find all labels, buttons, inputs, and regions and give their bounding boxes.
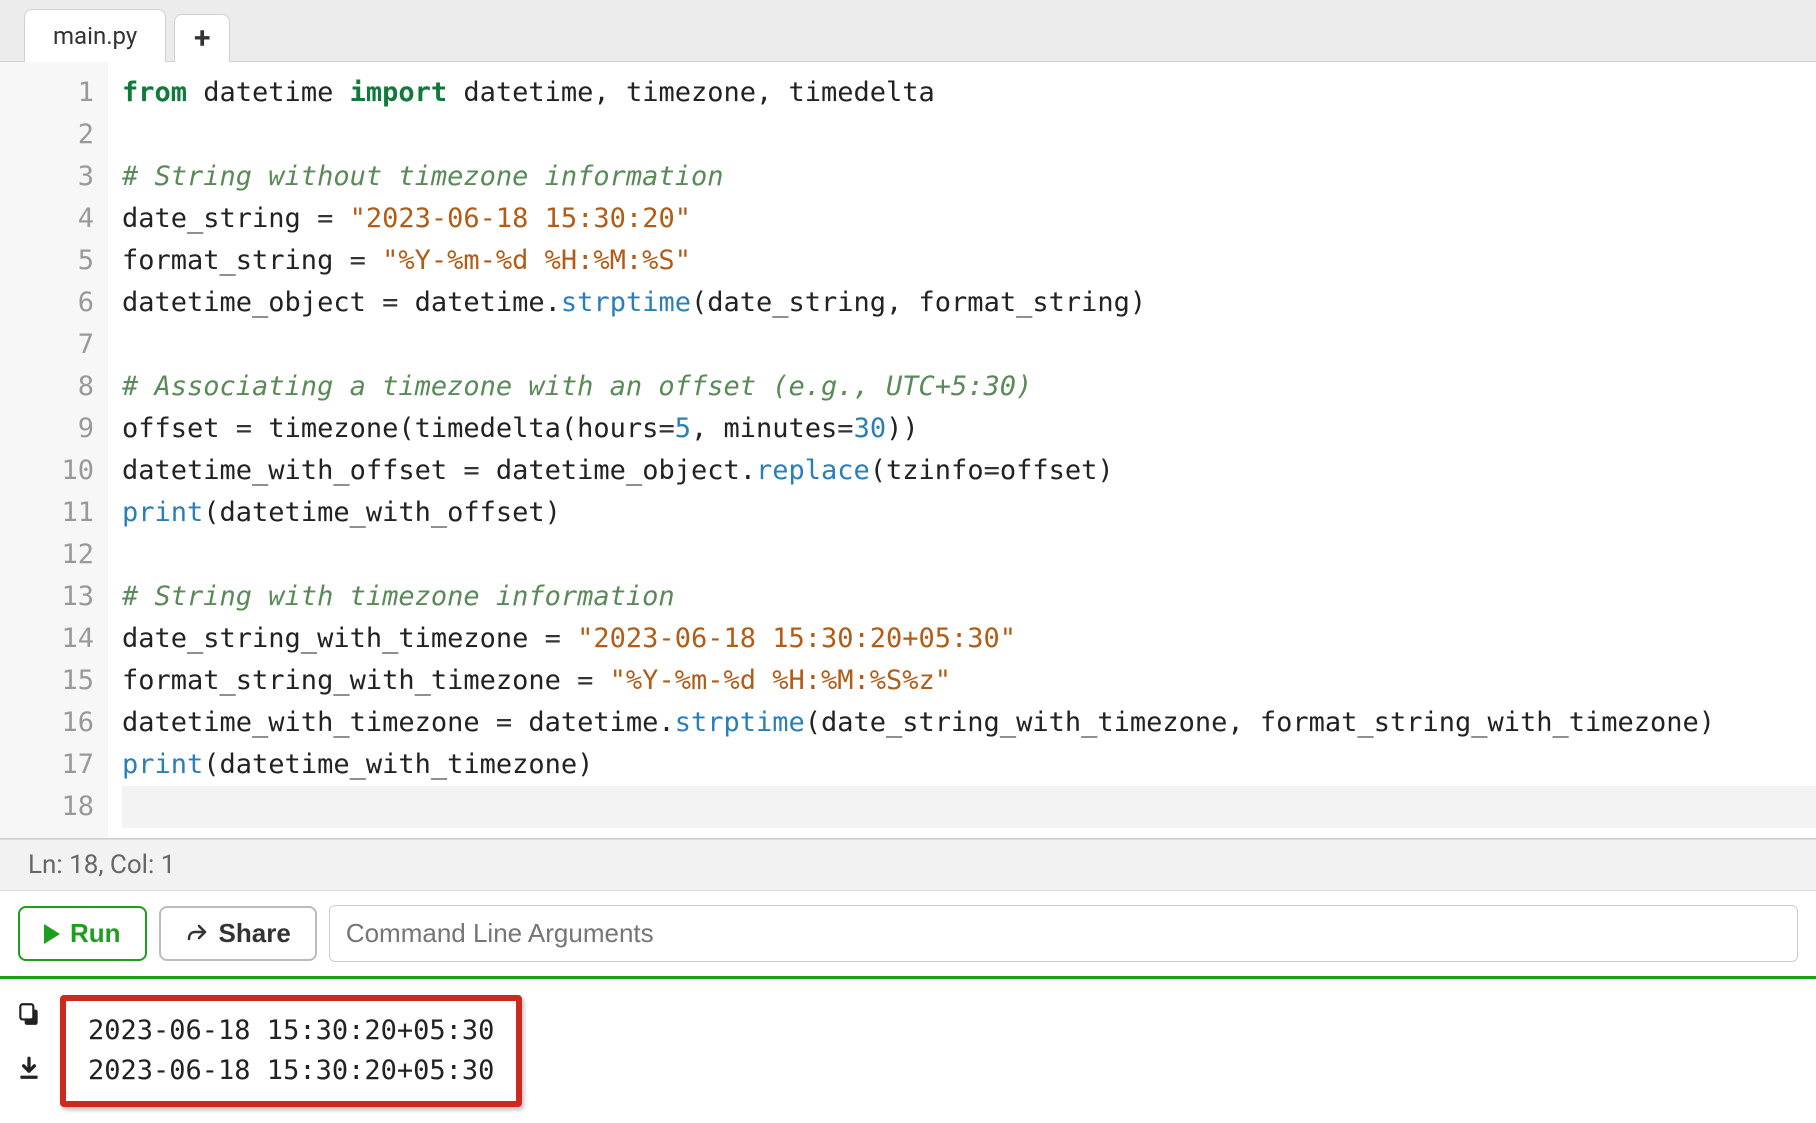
line-number: 4 [0,198,94,240]
code-line: format_string = "%Y-%m-%d %H:%M:%S" [122,240,1816,282]
line-number: 12 [0,534,94,576]
code-line: datetime_with_timezone = datetime.strpti… [122,702,1816,744]
output-panel: 2023-06-18 15:30:20+05:302023-06-18 15:3… [0,979,1816,1123]
code-line: # String with timezone information [122,576,1816,618]
code-line: # Associating a timezone with an offset … [122,366,1816,408]
code-line [122,114,1816,156]
output-action-icons [16,995,42,1081]
code-line [122,786,1816,828]
line-number: 13 [0,576,94,618]
tab-bar: main.py + [0,0,1816,62]
editor-status-bar: Ln: 18, Col: 1 [0,839,1816,891]
code-line [122,534,1816,576]
line-number: 16 [0,702,94,744]
code-line: print(datetime_with_offset) [122,492,1816,534]
code-line: date_string = "2023-06-18 15:30:20" [122,198,1816,240]
file-tab-active[interactable]: main.py [24,9,166,62]
output-text: 2023-06-18 15:30:20+05:302023-06-18 15:3… [60,995,522,1107]
cli-args-input[interactable] [329,905,1798,962]
line-number: 9 [0,408,94,450]
line-number: 1 [0,72,94,114]
output-line: 2023-06-18 15:30:20+05:30 [88,1011,494,1051]
share-button[interactable]: Share [159,906,317,961]
run-button[interactable]: Run [18,906,147,961]
play-icon [44,924,60,944]
code-area[interactable]: from datetime import datetime, timezone,… [108,62,1816,838]
line-number: 3 [0,156,94,198]
line-number: 11 [0,492,94,534]
run-button-label: Run [70,918,121,949]
line-number: 15 [0,660,94,702]
code-line: print(datetime_with_timezone) [122,744,1816,786]
line-number: 2 [0,114,94,156]
code-editor[interactable]: 123456789101112131415161718 from datetim… [0,62,1816,839]
share-icon [185,922,209,946]
line-number: 17 [0,744,94,786]
line-number: 6 [0,282,94,324]
code-line: offset = timezone(timedelta(hours=5, min… [122,408,1816,450]
code-line: # String without timezone information [122,156,1816,198]
code-line: format_string_with_timezone = "%Y-%m-%d … [122,660,1816,702]
line-number: 10 [0,450,94,492]
copy-icon[interactable] [16,1001,42,1027]
line-number: 18 [0,786,94,828]
line-number: 7 [0,324,94,366]
line-number: 14 [0,618,94,660]
code-line: datetime_object = datetime.strptime(date… [122,282,1816,324]
action-toolbar: Run Share [0,891,1816,979]
output-line: 2023-06-18 15:30:20+05:30 [88,1051,494,1091]
line-number: 5 [0,240,94,282]
code-line [122,324,1816,366]
code-line: datetime_with_offset = datetime_object.r… [122,450,1816,492]
code-line: date_string_with_timezone = "2023-06-18 … [122,618,1816,660]
new-tab-button[interactable]: + [174,14,230,62]
line-number-gutter: 123456789101112131415161718 [0,62,108,838]
download-icon[interactable] [16,1055,42,1081]
code-line: from datetime import datetime, timezone,… [122,72,1816,114]
line-number: 8 [0,366,94,408]
share-button-label: Share [219,918,291,949]
